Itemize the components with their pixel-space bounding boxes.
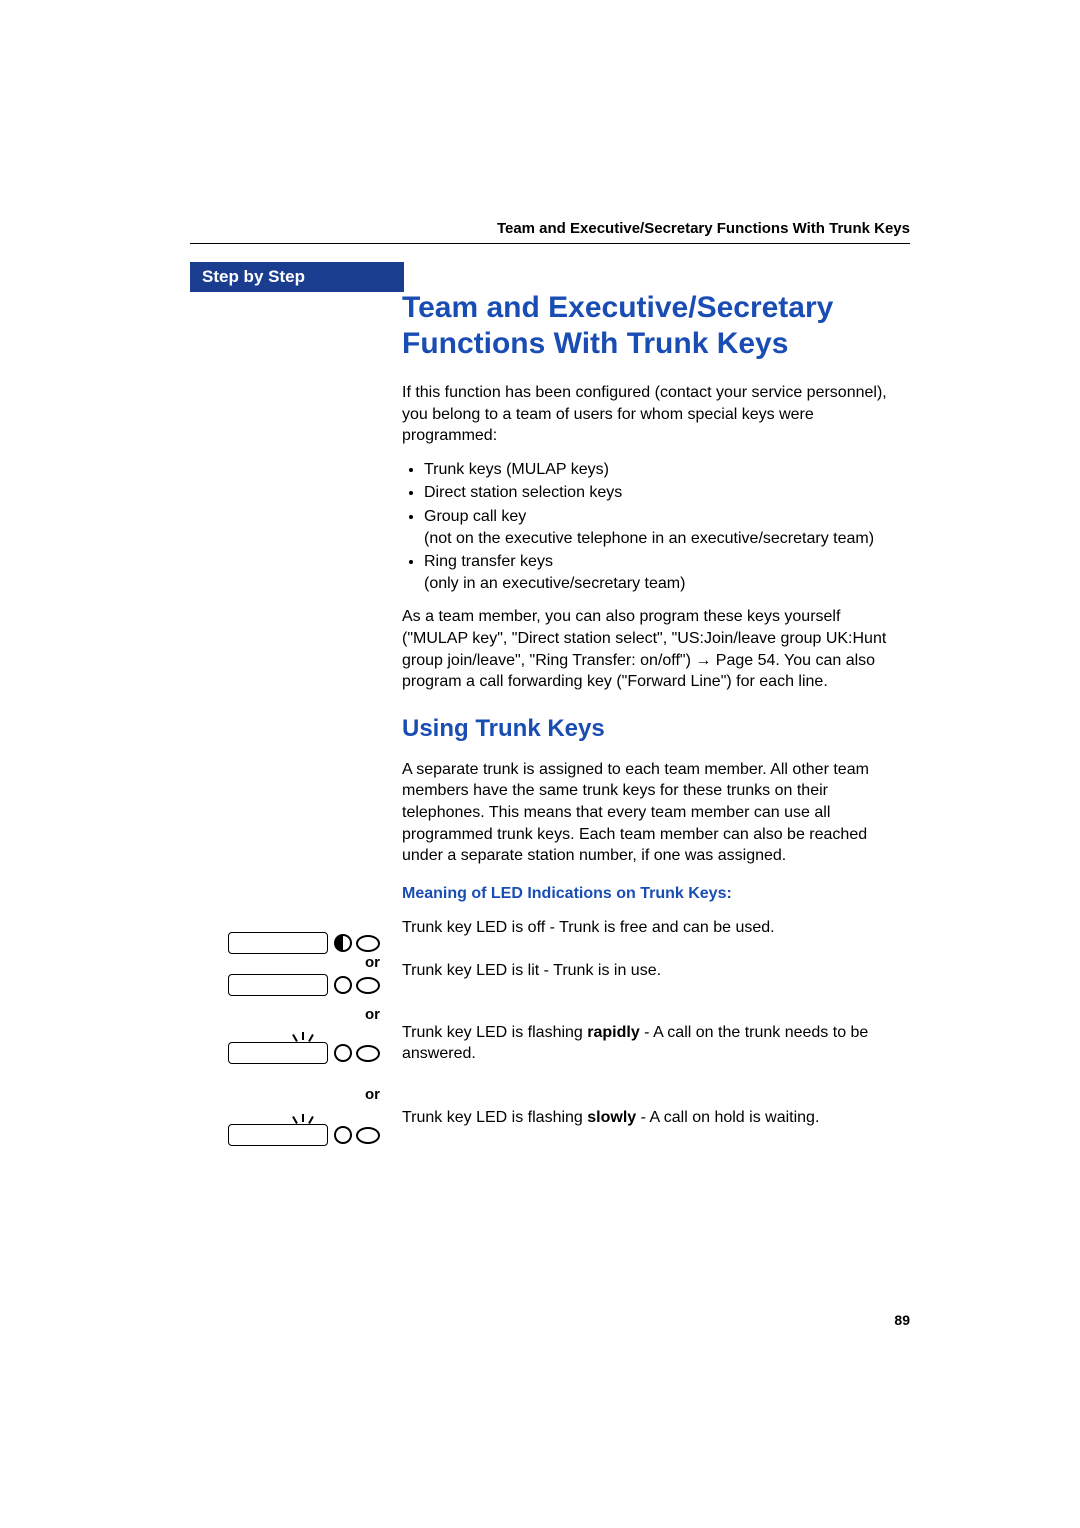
- key-led-flash-slow-icon: [190, 1124, 380, 1146]
- step-by-step-label: Step by Step: [190, 262, 404, 292]
- list-item: Group call key (not on the executive tel…: [424, 506, 910, 549]
- right-column: Team and Executive/Secretary Functions W…: [402, 262, 910, 1141]
- bold-text: rapidly: [587, 1024, 639, 1041]
- section-heading: Using Trunk Keys: [402, 715, 910, 743]
- key-outline-icon: [228, 974, 328, 996]
- list-item: Trunk keys (MULAP keys): [424, 459, 910, 481]
- led-slow-description: Trunk key LED is flashing slowly - A cal…: [402, 1107, 910, 1129]
- running-header: Team and Executive/Secretary Functions W…: [190, 220, 910, 244]
- key-led-off-icon: [190, 932, 380, 954]
- or-separator: or: [190, 1006, 380, 1023]
- columns: Step by Step or or: [190, 262, 910, 1141]
- led-lamp-icon: [356, 1127, 380, 1144]
- led-lamp-icon: [356, 977, 380, 994]
- program-keys-paragraph: As a team member, you can also program t…: [402, 606, 910, 692]
- page-title: Team and Executive/Secretary Functions W…: [402, 290, 910, 362]
- key-outline-icon: [228, 932, 328, 954]
- subsection-heading: Meaning of LED Indications on Trunk Keys…: [402, 885, 910, 903]
- led-lit-icon: [334, 976, 352, 994]
- flash-rays-icon: [288, 1032, 318, 1046]
- key-types-list: Trunk keys (MULAP keys) Direct station s…: [402, 459, 910, 595]
- text-run: - A call on hold is waiting.: [636, 1109, 819, 1126]
- page-number: 89: [894, 1312, 910, 1328]
- led-off-icon: [334, 934, 352, 952]
- key-led-flash-rapid-icon: [190, 1042, 380, 1064]
- or-separator: or: [190, 1086, 380, 1103]
- list-item: Ring transfer keys (only in an executive…: [424, 551, 910, 594]
- or-separator: or: [190, 954, 380, 971]
- text-run: Trunk key LED is flashing: [402, 1109, 587, 1126]
- led-lamp-icon: [356, 1045, 380, 1062]
- left-column: Step by Step or or: [190, 262, 402, 1141]
- text-run: Trunk key LED is flashing: [402, 1024, 587, 1041]
- trunk-description-paragraph: A separate trunk is assigned to each tea…: [402, 759, 910, 867]
- list-item: Direct station selection keys: [424, 482, 910, 504]
- bold-text: slowly: [587, 1109, 636, 1126]
- page-reference[interactable]: Page 54: [711, 652, 775, 669]
- led-flash-icon: [334, 1126, 352, 1144]
- led-off-description: Trunk key LED is off - Trunk is free and…: [402, 917, 910, 939]
- led-lit-description: Trunk key LED is lit - Trunk is in use.: [402, 960, 910, 982]
- led-lamp-icon: [356, 935, 380, 952]
- intro-paragraph: If this function has been configured (co…: [402, 382, 910, 447]
- flash-rays-icon: [288, 1114, 318, 1128]
- led-flash-icon: [334, 1044, 352, 1062]
- led-rapid-description: Trunk key LED is flashing rapidly - A ca…: [402, 1022, 910, 1065]
- arrow-icon: →: [695, 652, 711, 669]
- key-led-lit-icon: [190, 974, 380, 996]
- page: Team and Executive/Secretary Functions W…: [0, 0, 1080, 1141]
